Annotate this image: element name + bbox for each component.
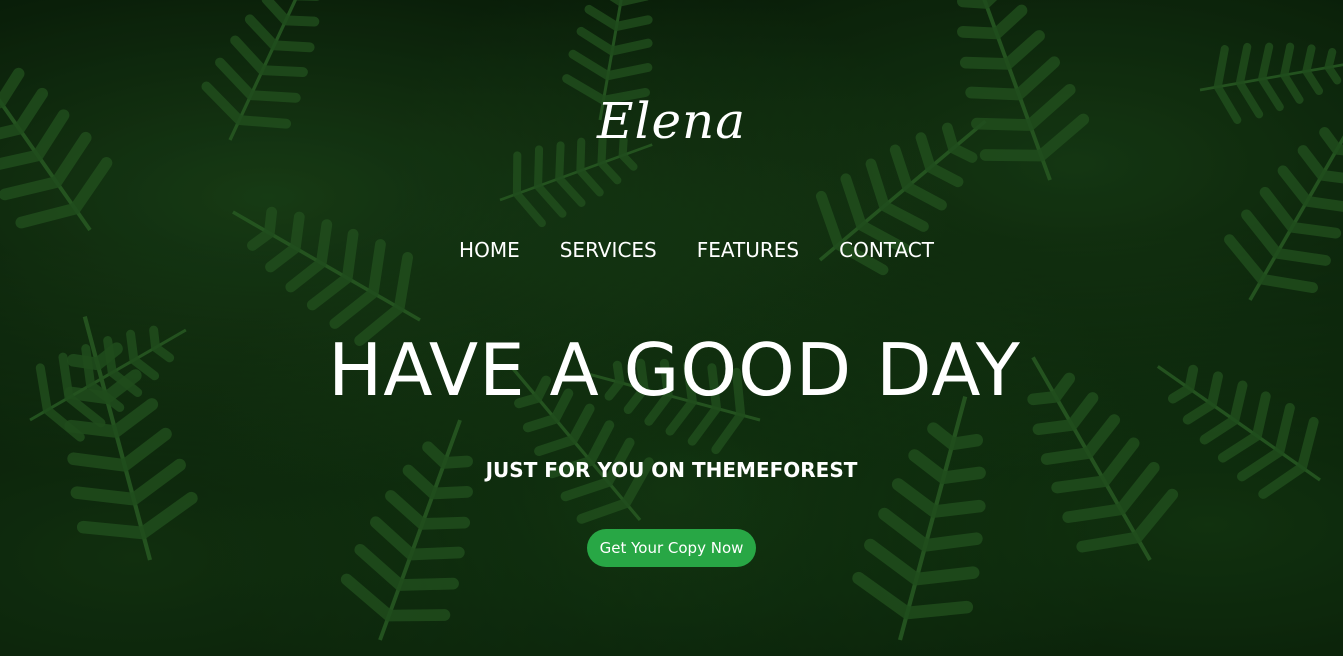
nav-item-features[interactable]: FEATURES [697, 238, 799, 262]
nav-item-home[interactable]: HOME [459, 238, 520, 262]
cta-container: Get Your Copy Now [0, 529, 1343, 567]
nav-item-contact[interactable]: CONTACT [839, 238, 934, 262]
hero-subheadline: JUST FOR YOU ON THEMEFOREST [485, 458, 858, 482]
get-copy-button[interactable]: Get Your Copy Now [586, 529, 757, 567]
hero-headline: HAVE A GOOD DAY [328, 328, 1021, 412]
site-logo[interactable]: Elena [0, 92, 1343, 150]
nav-item-services[interactable]: SERVICES [560, 238, 657, 262]
hero-section: Elena HOME SERVICES FEATURES CONTACT HAV… [0, 0, 1343, 656]
main-nav: HOME SERVICES FEATURES CONTACT [0, 238, 1343, 262]
